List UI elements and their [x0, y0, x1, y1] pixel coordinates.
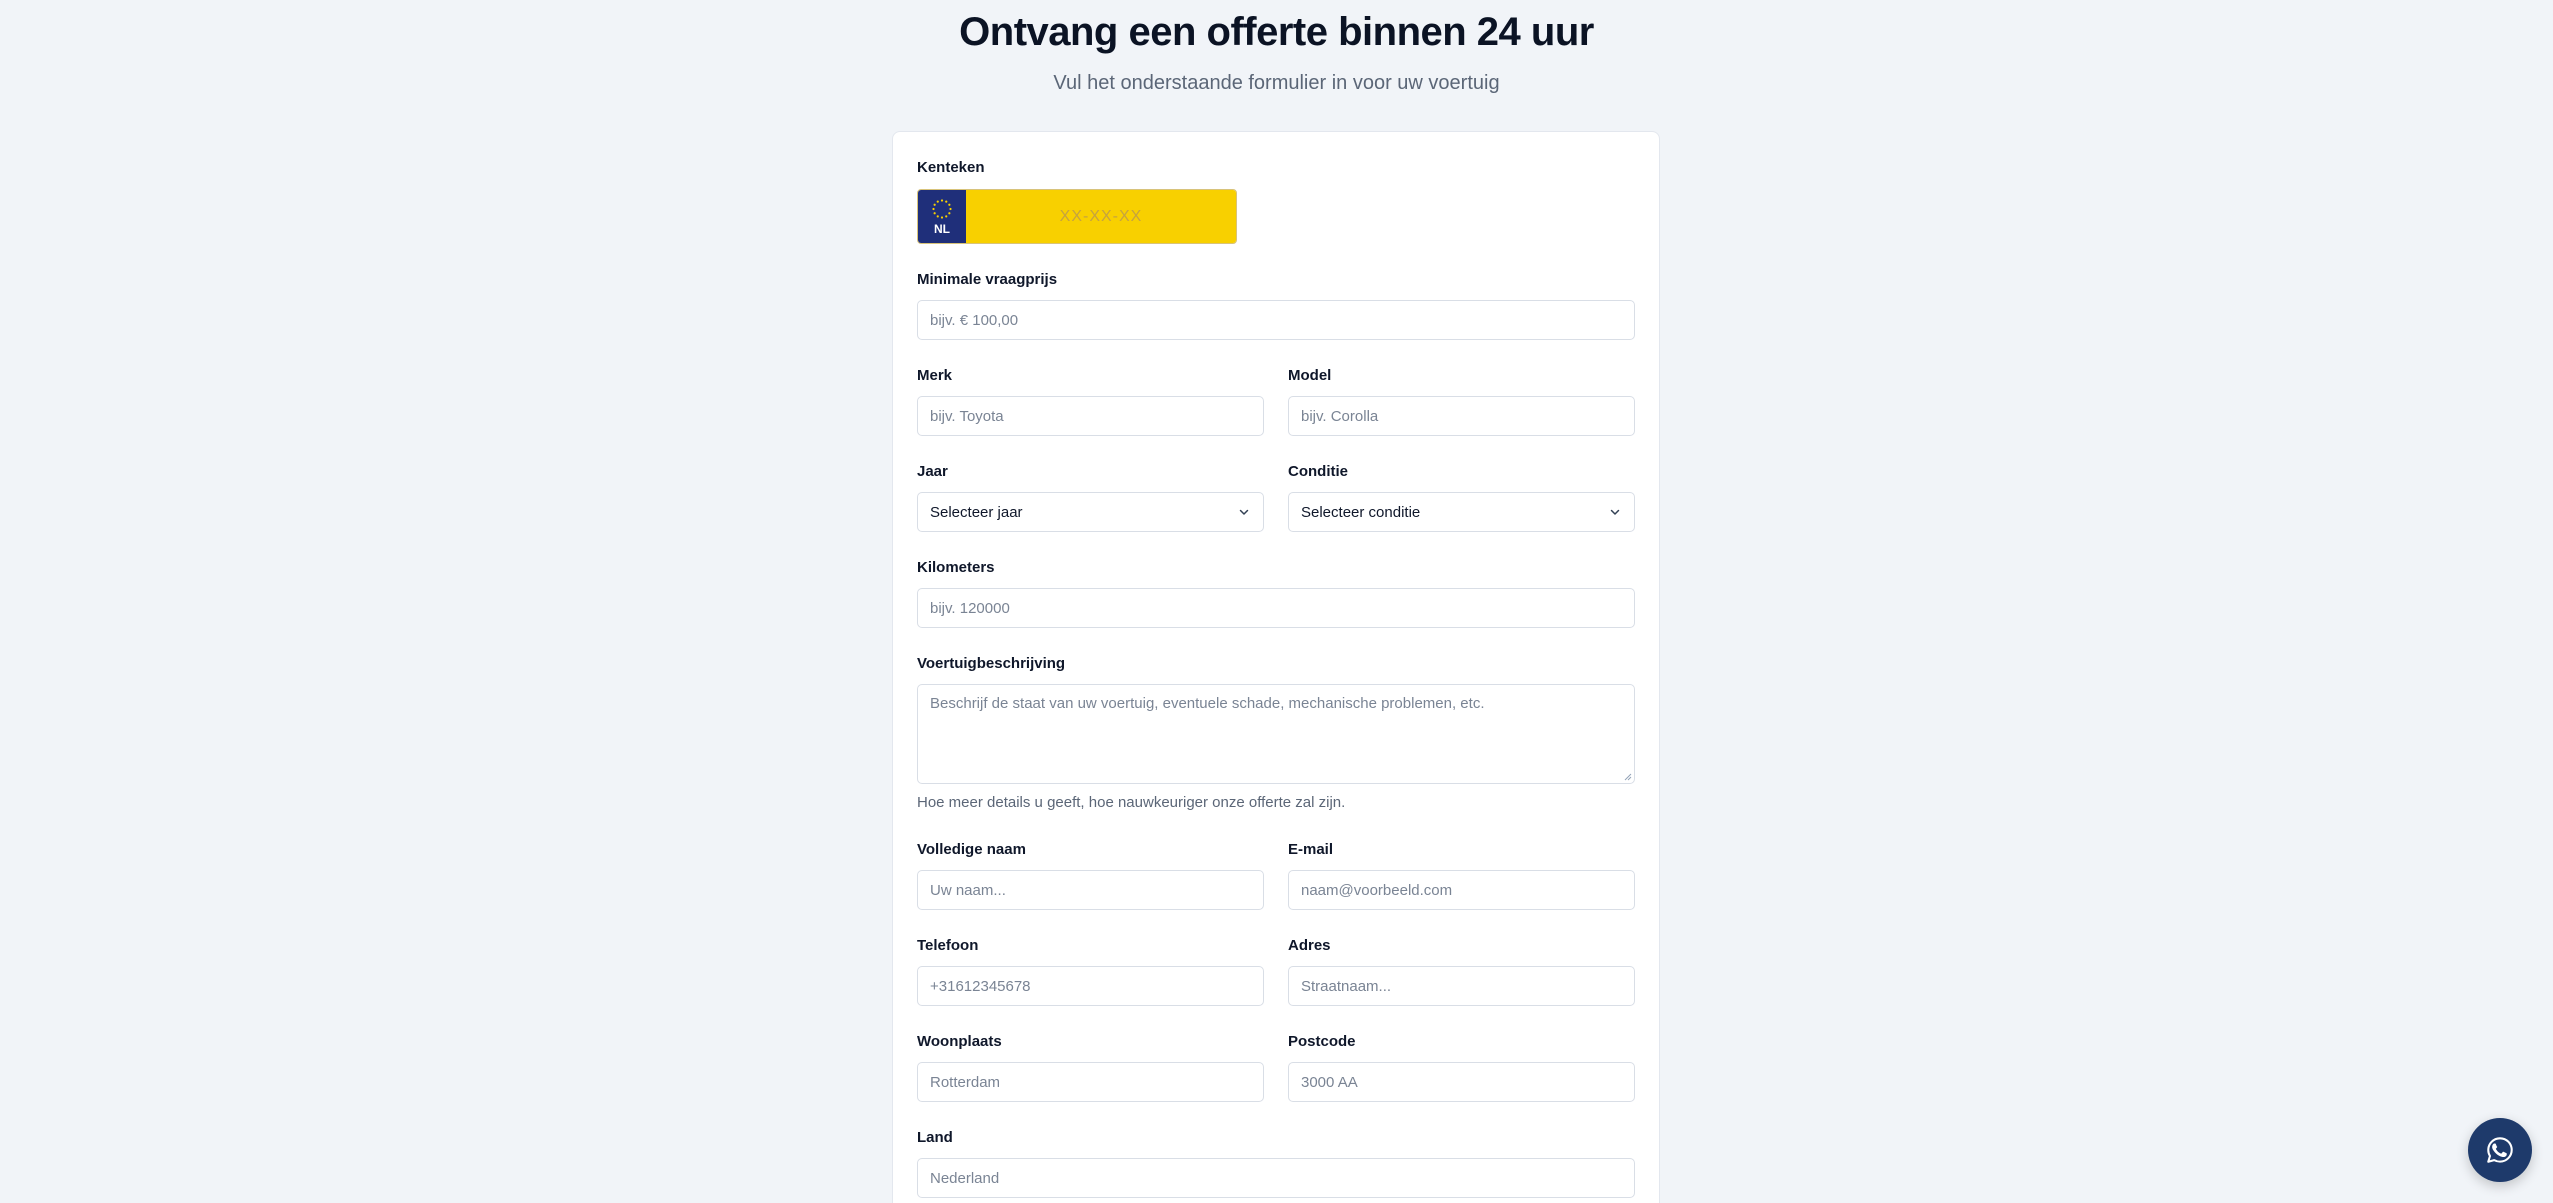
- address-input[interactable]: Straatnaam...: [1288, 966, 1635, 1006]
- phone-label: Telefoon: [917, 937, 979, 954]
- email-label: E-mail: [1288, 841, 1334, 858]
- page-subtitle: Vul het onderstaande formulier in voor u…: [1053, 72, 1500, 94]
- min-price-label: Minimale vraagprijs: [917, 271, 1058, 288]
- country-code: NL: [934, 221, 950, 236]
- condition-select-value: Selecteer conditie: [1301, 503, 1421, 521]
- condition-select[interactable]: Selecteer conditie: [1288, 492, 1635, 532]
- model-label: Model: [1288, 367, 1332, 384]
- country-label: Land: [917, 1129, 953, 1146]
- year-select-value: Selecteer jaar: [930, 503, 1023, 521]
- description-placeholder: Beschrijf de staat van uw voertuig, even…: [930, 695, 1485, 712]
- address-label: Adres: [1288, 937, 1331, 954]
- city-input[interactable]: Rotterdam: [917, 1062, 1264, 1102]
- min-price-input[interactable]: bijv. € 100,00: [917, 300, 1635, 340]
- license-plate-label: Kenteken: [917, 159, 985, 176]
- page: Ontvang een offerte binnen 24 uur Vul he…: [0, 0, 2553, 1203]
- quote-form-card: Kenteken NL XX-XX-XX Minimale vraagprijs…: [892, 131, 1660, 1203]
- full-name-label: Volledige naam: [917, 841, 1026, 858]
- brand-input[interactable]: bijv. Toyota: [917, 396, 1264, 436]
- kilometers-input[interactable]: bijv. 120000: [917, 588, 1635, 628]
- license-plate-field[interactable]: NL XX-XX-XX: [917, 189, 1237, 244]
- phone-input[interactable]: +31612345678: [917, 966, 1264, 1006]
- description-textarea[interactable]: Beschrijf de staat van uw voertuig, even…: [917, 684, 1635, 784]
- model-input[interactable]: bijv. Corolla: [1288, 396, 1635, 436]
- page-title: Ontvang een offerte binnen 24 uur: [959, 10, 1594, 54]
- license-plate-input[interactable]: XX-XX-XX: [966, 190, 1236, 243]
- brand-label: Merk: [917, 367, 953, 384]
- resize-handle-icon[interactable]: [1622, 771, 1632, 781]
- eu-stars-icon: [932, 198, 952, 219]
- chevron-down-icon: [1610, 509, 1620, 515]
- year-label: Jaar: [917, 463, 948, 480]
- whatsapp-icon: [2487, 1137, 2513, 1163]
- description-helper-text: Hoe meer details u geeft, hoe nauwkeurig…: [917, 794, 1346, 811]
- country-input[interactable]: Nederland: [917, 1158, 1635, 1198]
- postal-code-input[interactable]: 3000 AA: [1288, 1062, 1635, 1102]
- city-label: Woonplaats: [917, 1033, 1002, 1050]
- postal-code-label: Postcode: [1288, 1033, 1356, 1050]
- year-select[interactable]: Selecteer jaar: [917, 492, 1264, 532]
- condition-label: Conditie: [1288, 463, 1348, 480]
- whatsapp-button[interactable]: [2468, 1118, 2532, 1182]
- description-label: Voertuigbeschrijving: [917, 655, 1066, 672]
- chevron-down-icon: [1239, 509, 1249, 515]
- eu-band: NL: [918, 190, 966, 243]
- kilometers-label: Kilometers: [917, 559, 995, 576]
- email-input[interactable]: naam@voorbeeld.com: [1288, 870, 1635, 910]
- full-name-input[interactable]: Uw naam...: [917, 870, 1264, 910]
